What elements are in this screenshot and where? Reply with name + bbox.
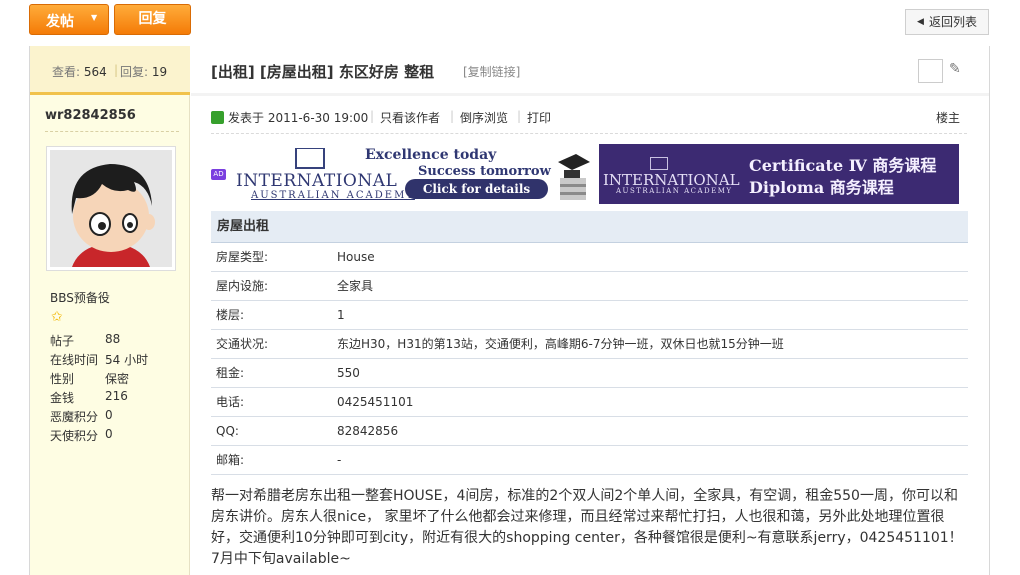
ad-brand-sub: AUSTRALIAN ACADEMY	[616, 187, 733, 195]
floor-label: 楼主	[936, 111, 961, 125]
meta-divider: |	[370, 109, 375, 123]
print-link[interactable]: 打印	[527, 109, 551, 126]
avatar-image	[50, 150, 172, 267]
author-username[interactable]: wr82842856	[45, 108, 136, 123]
reverse-order-link[interactable]: 倒序浏览	[460, 109, 508, 126]
views-count: 564	[83, 65, 107, 79]
book-icon	[650, 157, 668, 170]
row-label: 楼层:	[216, 308, 245, 322]
row-label: 房屋类型:	[216, 250, 269, 264]
table-row: 交通状况: 东边H30，H31的第13站，交通便利，高峰期6-7分钟一班，双休日…	[211, 330, 968, 359]
post-button-label: 发帖	[46, 14, 74, 30]
row-label: 交通状况:	[216, 337, 269, 351]
back-to-list-button[interactable]: ◀ 返回列表	[905, 9, 989, 35]
row-value: House	[337, 250, 375, 264]
row-value: 东边H30，H31的第13站，交通便利，高峰期6-7分钟一班，双休日也就15分钟…	[337, 337, 784, 351]
meta-divider: |	[517, 109, 522, 123]
ad-slogan-2: Success tomorrow	[418, 164, 551, 179]
table-row: QQ: 82842856	[211, 417, 968, 446]
wrench-icon[interactable]: ✎	[949, 61, 961, 77]
ad-badge: AD	[211, 169, 226, 180]
row-label: QQ:	[216, 424, 239, 438]
chevron-left-icon: ◀	[917, 17, 924, 27]
row-value: 550	[337, 366, 360, 380]
star-icon: ✩	[51, 309, 63, 325]
post-button[interactable]: 发帖 ▼	[29, 4, 109, 35]
rental-info-table: 房屋出租 房屋类型: House 屋内设施: 全家具 楼层: 1 交通状况: 东…	[211, 211, 968, 475]
row-label: 租金:	[216, 366, 245, 380]
stat-label: 金钱	[50, 391, 75, 405]
author-sidebar: 查看: 564 | 回复: 19 wr82842856 BBS预备役 ✩ 帖子 …	[29, 46, 190, 575]
ad-banner-right[interactable]: INTERNATIONAL AUSTRALIAN ACADEMY Certifi…	[599, 144, 959, 204]
row-value: 全家具	[337, 279, 374, 293]
ad-course-2: Diploma 商务课程	[749, 178, 894, 197]
reply-button[interactable]: 回复	[114, 4, 191, 35]
stat-value: 54 小时	[105, 353, 149, 367]
stat-value: 216	[105, 389, 128, 403]
copy-link-button[interactable]: [复制链接]	[463, 63, 520, 80]
stat-value: 0	[105, 408, 113, 422]
replies-label: 回复:	[120, 65, 149, 79]
table-row: 电话: 0425451101	[211, 388, 968, 417]
views-label: 查看:	[52, 65, 81, 79]
ad-brand-sub: AUSTRALIAN ACADEMY	[251, 190, 415, 201]
thread-title: [出租] [房屋出租] 东区好房 整租	[211, 63, 435, 81]
stat-label: 性别	[50, 372, 75, 386]
stat-value: 保密	[105, 372, 130, 386]
row-label: 邮箱:	[216, 453, 245, 467]
post-meta: 发表于 2011-6-30 19:00 | 只看该作者 | 倒序浏览 | 打印 …	[211, 109, 963, 127]
table-row: 邮箱: -	[211, 446, 968, 475]
meta-divider-line	[211, 133, 967, 134]
row-value: 82842856	[337, 424, 399, 438]
stats-divider: |	[114, 63, 119, 77]
stat-label: 天使积分	[50, 429, 99, 443]
stat-label: 帖子	[50, 334, 75, 348]
online-status-icon	[211, 111, 224, 124]
stat-value: 0	[105, 427, 113, 441]
replies-stat: 回复: 19	[120, 63, 167, 80]
title-divider	[191, 93, 989, 96]
meta-divider: |	[450, 109, 455, 123]
stat-label: 恶魔积分	[50, 410, 99, 424]
row-value: 1	[337, 308, 345, 322]
chevron-down-icon[interactable]: ▼	[91, 13, 97, 22]
ad-brand: INTERNATIONAL	[236, 171, 398, 191]
row-label: 电话:	[216, 395, 245, 409]
row-value: -	[337, 453, 342, 467]
avatar[interactable]	[46, 146, 176, 271]
back-to-list-label: 返回列表	[929, 15, 978, 29]
views-stat: 查看: 564	[52, 63, 107, 80]
table-row: 房屋类型: House	[211, 243, 968, 272]
ad-slogan-1: Excellence today	[365, 147, 497, 163]
table-row: 屋内设施: 全家具	[211, 272, 968, 301]
row-label: 屋内设施:	[216, 279, 269, 293]
ad-banner-left[interactable]: AD INTERNATIONAL AUSTRALIAN ACADEMY Exce…	[211, 144, 591, 204]
divider	[45, 131, 179, 132]
user-group[interactable]: BBS预备役	[50, 289, 110, 306]
thread-stats: 查看: 564 | 回复: 19	[30, 46, 190, 95]
thread-title-row: [出租] [房屋出租] 东区好房 整租 [复制链接] ✎	[211, 59, 971, 83]
top-toolbar: 发帖 ▼ 回复 ◀ 返回列表	[0, 0, 1020, 44]
replies-count: 19	[151, 65, 168, 79]
stat-value[interactable]: 88	[105, 332, 120, 346]
post-body: 帮一对希腊老房东出租一整套HOUSE，4间房，标准的2个双人间2个单人间，全家具…	[211, 488, 963, 567]
ad-course-1: Certificate Ⅳ 商务课程	[749, 156, 937, 175]
tool-box-button[interactable]	[918, 59, 943, 83]
only-author-link[interactable]: 只看该作者	[380, 109, 440, 126]
graduation-cap-icon	[558, 154, 590, 200]
row-value: 0425451101	[337, 395, 414, 409]
table-row: 租金: 550	[211, 359, 968, 388]
book-icon	[295, 148, 325, 169]
post-date: 发表于 2011-6-30 19:00	[228, 111, 369, 125]
cartoon-avatar-icon	[50, 150, 172, 267]
table-row: 楼层: 1	[211, 301, 968, 330]
stat-label: 在线时间	[50, 353, 99, 367]
rental-heading: 房屋出租	[211, 211, 968, 243]
ad-cta-button[interactable]: Click for details	[405, 179, 548, 199]
